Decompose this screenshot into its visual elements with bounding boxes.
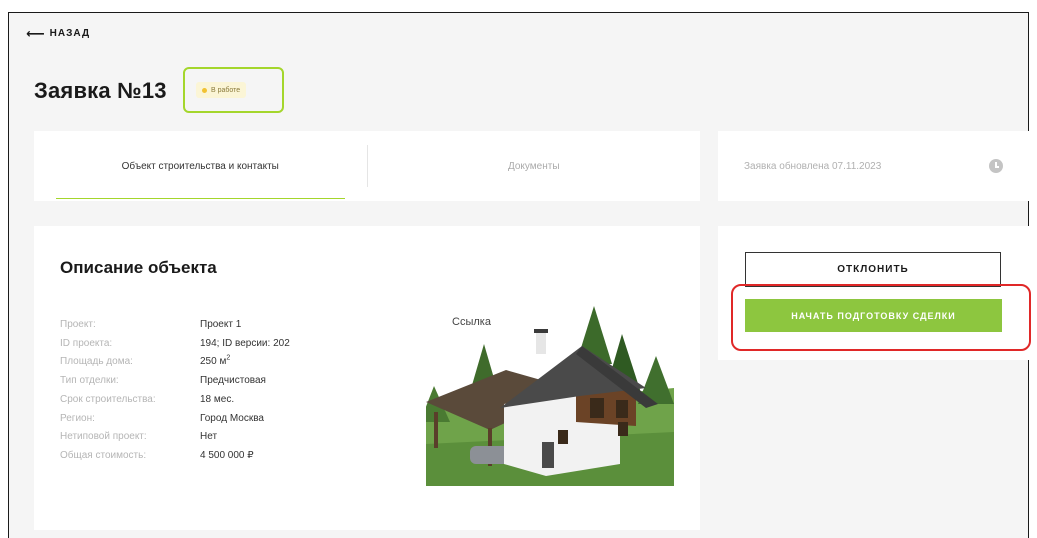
- back-label: НАЗАД: [49, 28, 91, 39]
- property-label: Нетиповой проект:: [60, 431, 147, 443]
- property-label: Срок строительства:: [60, 393, 156, 405]
- property-value: 4 500 000 ₽: [200, 449, 254, 461]
- object-description-card: Описание объекта Проект: Проект 1 ID про…: [34, 226, 700, 530]
- property-label: Регион:: [60, 412, 95, 424]
- property-row: Срок строительства: 18 мес.: [60, 391, 290, 410]
- reject-button[interactable]: ОТКЛОНИТЬ: [745, 252, 1001, 287]
- tab-label: Объект строительства и контакты: [121, 160, 279, 172]
- start-deal-button[interactable]: НАЧАТЬ ПОДГОТОВКУ СДЕЛКИ: [745, 299, 1002, 332]
- page-title: Заявка №13: [34, 78, 167, 103]
- property-row: Регион: Город Москва: [60, 410, 290, 429]
- active-tab-underline: [56, 197, 345, 199]
- property-row: ID проекта: 194; ID версии: 202: [60, 335, 290, 354]
- property-value: 194; ID версии: 202: [200, 337, 290, 349]
- property-row: Проект: Проект 1: [60, 316, 290, 335]
- property-value: Предчистовая: [200, 375, 266, 387]
- property-value: 250 м2: [200, 353, 230, 372]
- house-photo[interactable]: [426, 304, 674, 486]
- property-label: ID проекта:: [60, 337, 113, 349]
- updated-text: Заявка обновлена 07.11.2023: [744, 160, 882, 172]
- clock-icon: [989, 159, 1003, 173]
- property-value: Проект 1: [200, 319, 242, 330]
- updated-panel: Заявка обновлена 07.11.2023: [718, 131, 1029, 201]
- area-unit-exponent: 2: [226, 355, 231, 363]
- tab-label: Документы: [507, 160, 560, 172]
- property-row: Нетиповой проект: Нет: [60, 428, 290, 447]
- tab-object-contacts[interactable]: Объект строительства и контакты: [34, 131, 367, 201]
- photo-link[interactable]: Ссылка: [452, 316, 491, 328]
- property-row: Общая стоимость: 4 500 000 ₽: [60, 447, 290, 466]
- status-text: В работе: [211, 86, 241, 94]
- property-row: Тип отделки: Предчистовая: [60, 372, 290, 391]
- property-label: Общая стоимость:: [60, 449, 147, 461]
- property-value: Нет: [200, 431, 218, 443]
- tab-documents[interactable]: Документы: [368, 131, 701, 201]
- property-list: Проект: Проект 1 ID проекта: 194; ID вер…: [60, 316, 290, 466]
- area-value: 250 м: [200, 356, 227, 368]
- status-dot-icon: [202, 87, 207, 93]
- property-label: Проект:: [60, 319, 96, 330]
- back-link[interactable]: ⟵ НАЗАД: [26, 25, 91, 41]
- property-value: Город Москва: [200, 412, 264, 424]
- property-row: Площадь дома: 250 м2: [60, 353, 290, 372]
- status-badge: В работе: [196, 82, 247, 98]
- property-value: 18 мес.: [200, 393, 235, 405]
- tab-bar: Объект строительства и контакты Документ…: [34, 131, 700, 201]
- property-label: Тип отделки:: [60, 375, 119, 387]
- section-title: Описание объекта: [60, 258, 217, 277]
- status-highlight: В работе: [183, 67, 284, 113]
- property-label: Площадь дома:: [60, 356, 133, 368]
- arrow-left-icon: ⟵: [26, 25, 46, 41]
